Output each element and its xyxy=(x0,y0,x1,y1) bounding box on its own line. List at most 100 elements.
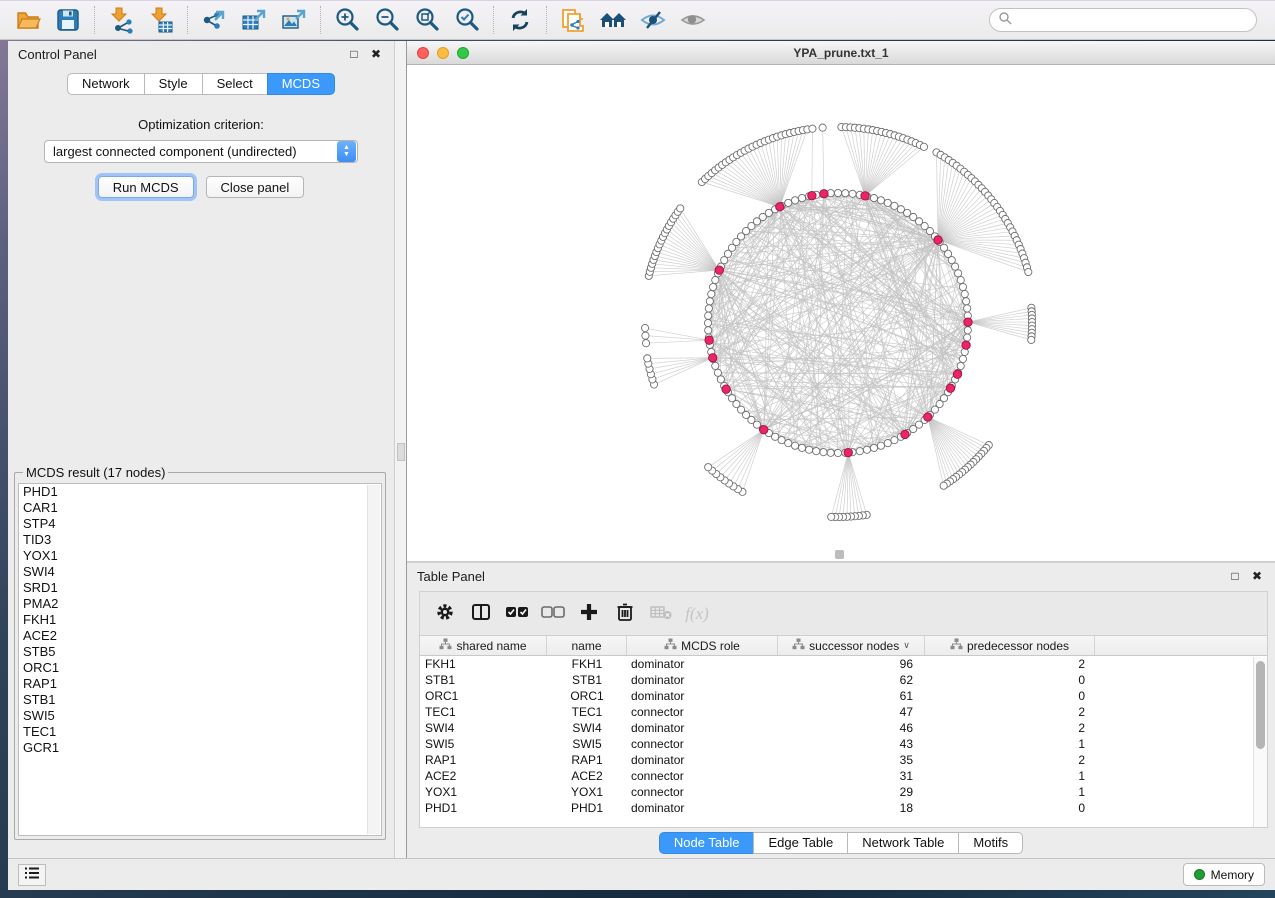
table-cell[interactable]: PHD1 xyxy=(547,800,627,816)
network-node[interactable] xyxy=(708,290,715,297)
network-node[interactable] xyxy=(952,263,959,270)
clear-table-button[interactable] xyxy=(646,599,676,629)
network-node[interactable] xyxy=(834,449,841,456)
show-panels-button[interactable] xyxy=(18,864,46,886)
export-image-button[interactable] xyxy=(274,4,314,36)
mcds-list-scrollbar[interactable] xyxy=(367,485,380,834)
float-panel-button[interactable]: □ xyxy=(346,46,362,62)
network-leaf-node[interactable] xyxy=(1025,268,1032,275)
network-leaf-node[interactable] xyxy=(677,205,684,212)
table-row[interactable]: STB1STB1dominator620 xyxy=(420,672,1267,688)
table-cell[interactable]: SWI5 xyxy=(420,736,547,752)
table-cell[interactable]: YOX1 xyxy=(420,784,547,800)
close-table-panel-button[interactable]: ✖ xyxy=(1249,568,1265,584)
network-node[interactable] xyxy=(863,446,870,453)
open-file-button[interactable] xyxy=(8,4,48,36)
export-network-button[interactable] xyxy=(194,4,234,36)
mcds-hub-node[interactable] xyxy=(946,384,954,392)
network-leaf-node[interactable] xyxy=(641,324,648,331)
network-node[interactable] xyxy=(849,190,856,197)
table-cell[interactable]: dominator xyxy=(627,800,778,816)
mcds-result-item[interactable]: SRD1 xyxy=(19,580,381,596)
table-cell[interactable]: RAP1 xyxy=(420,752,547,768)
network-canvas[interactable] xyxy=(407,65,1275,561)
memory-indicator-button[interactable]: Memory xyxy=(1183,863,1265,886)
create-column-button[interactable] xyxy=(574,599,604,629)
mcds-result-item[interactable]: YOX1 xyxy=(19,548,381,564)
network-node[interactable] xyxy=(964,334,971,341)
network-node[interactable] xyxy=(961,290,968,297)
import-table-button[interactable] xyxy=(141,4,181,36)
delete-column-button[interactable] xyxy=(610,599,640,629)
column-header-MCDS-role[interactable]: MCDS role xyxy=(627,636,778,655)
first-neighbors-button[interactable] xyxy=(593,4,633,36)
table-cell[interactable]: dominator xyxy=(627,752,778,768)
network-node[interactable] xyxy=(791,442,798,449)
table-cell[interactable]: 43 xyxy=(778,736,925,752)
mcds-result-item[interactable]: SWI5 xyxy=(19,708,381,724)
table-row[interactable]: SWI4SWI4dominator462 xyxy=(420,720,1267,736)
mcds-result-item[interactable]: TID3 xyxy=(19,532,381,548)
network-node[interactable] xyxy=(957,362,964,369)
tab-style[interactable]: Style xyxy=(144,73,202,95)
table-cell[interactable]: TEC1 xyxy=(547,704,627,720)
close-panel-button[interactable]: ✖ xyxy=(368,46,384,62)
column-header-shared-name[interactable]: shared name xyxy=(420,636,547,655)
mcds-result-item[interactable]: FKH1 xyxy=(19,612,381,628)
tab-network[interactable]: Network xyxy=(67,73,144,95)
table-cell[interactable]: 46 xyxy=(778,720,925,736)
tab-motifs[interactable]: Motifs xyxy=(958,832,1023,854)
table-cell[interactable]: dominator xyxy=(627,656,778,672)
table-row[interactable]: ACE2ACE2connector311 xyxy=(420,768,1267,784)
mcds-hub-node[interactable] xyxy=(962,341,970,349)
select-all-columns-button[interactable] xyxy=(502,599,532,629)
mcds-hub-node[interactable] xyxy=(861,192,869,200)
network-node[interactable] xyxy=(717,376,724,383)
table-cell[interactable]: 47 xyxy=(778,704,925,720)
tab-select[interactable]: Select xyxy=(202,73,267,95)
table-cell[interactable]: 35 xyxy=(778,752,925,768)
close-mcds-panel-button[interactable]: Close panel xyxy=(206,176,305,198)
table-row[interactable]: PHD1PHD1dominator180 xyxy=(420,800,1267,816)
network-node[interactable] xyxy=(842,190,849,197)
table-cell[interactable]: 0 xyxy=(925,688,1095,704)
mcds-result-item[interactable]: ORC1 xyxy=(19,660,381,676)
network-leaf-node[interactable] xyxy=(1028,336,1035,343)
zoom-in-button[interactable] xyxy=(327,4,367,36)
network-node[interactable] xyxy=(785,199,792,206)
network-node[interactable] xyxy=(705,305,712,312)
table-cell[interactable]: connector xyxy=(627,704,778,720)
network-node[interactable] xyxy=(714,369,721,376)
network-leaf-node[interactable] xyxy=(940,482,947,489)
mcds-hub-node[interactable] xyxy=(844,448,852,456)
mcds-result-item[interactable]: STB5 xyxy=(19,644,381,660)
network-leaf-node[interactable] xyxy=(644,355,651,362)
table-cell[interactable]: 2 xyxy=(925,656,1095,672)
table-cell[interactable]: 61 xyxy=(778,688,925,704)
table-scrollbar[interactable] xyxy=(1253,657,1267,827)
mcds-result-item[interactable]: ACE2 xyxy=(19,628,381,644)
table-cell[interactable]: 1 xyxy=(925,768,1095,784)
network-node[interactable] xyxy=(884,199,891,206)
network-leaf-node[interactable] xyxy=(828,513,835,520)
mcds-hub-node[interactable] xyxy=(924,413,932,421)
network-leaf-node[interactable] xyxy=(819,124,826,131)
tab-network-table[interactable]: Network Table xyxy=(847,832,958,854)
vertical-splitter[interactable] xyxy=(395,41,407,858)
network-node[interactable] xyxy=(791,197,798,204)
table-cell[interactable]: 29 xyxy=(778,784,925,800)
show-all-button[interactable] xyxy=(673,4,713,36)
share-document-button[interactable] xyxy=(553,4,593,36)
table-cell[interactable]: RAP1 xyxy=(547,752,627,768)
zoom-fit-button[interactable] xyxy=(407,4,447,36)
mcds-hub-node[interactable] xyxy=(705,336,713,344)
mcds-result-item[interactable]: GCR1 xyxy=(19,740,381,756)
network-node[interactable] xyxy=(957,276,964,283)
table-cell[interactable]: connector xyxy=(627,784,778,800)
table-cell[interactable]: 2 xyxy=(925,752,1095,768)
network-node[interactable] xyxy=(798,194,805,201)
network-node[interactable] xyxy=(959,355,966,362)
table-cell[interactable]: ORC1 xyxy=(547,688,627,704)
mcds-hub-node[interactable] xyxy=(901,430,909,438)
table-cell[interactable]: SWI4 xyxy=(420,720,547,736)
